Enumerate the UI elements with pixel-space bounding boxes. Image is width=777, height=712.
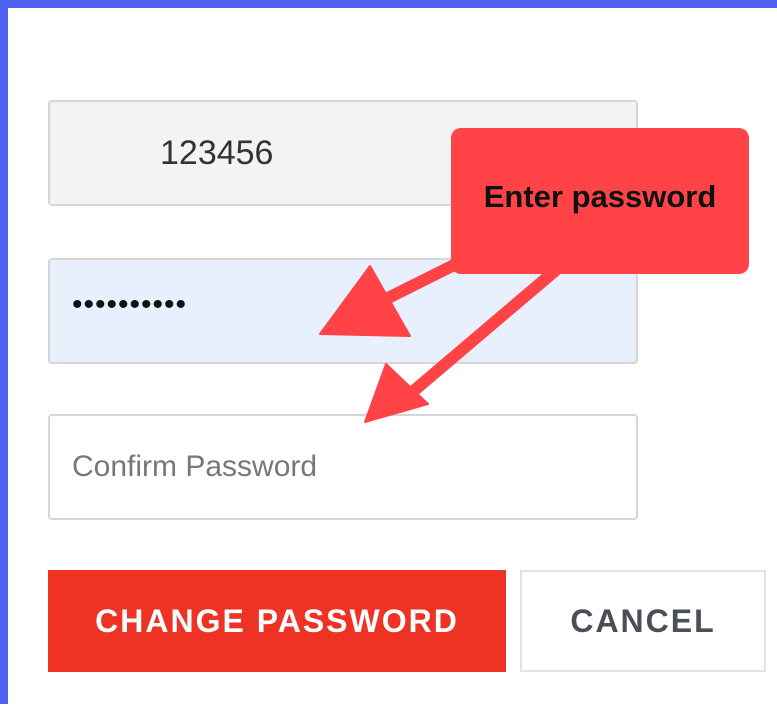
confirm-password-field[interactable] <box>48 414 638 520</box>
change-password-label: CHANGE PASSWORD <box>95 602 459 639</box>
username-value: 123456 <box>160 133 274 172</box>
cancel-label: CANCEL <box>570 602 716 639</box>
annotation-callout: Enter password <box>451 128 749 274</box>
confirm-password-input[interactable] <box>50 416 636 518</box>
password-masked-value: •••••••••• <box>72 288 188 321</box>
cancel-button[interactable]: CANCEL <box>520 570 766 672</box>
dialog-frame: 123456 •••••••••• CHANGE PASSWORD CANCEL… <box>0 0 777 704</box>
callout-text: Enter password <box>483 179 717 214</box>
change-password-button[interactable]: CHANGE PASSWORD <box>48 570 506 672</box>
